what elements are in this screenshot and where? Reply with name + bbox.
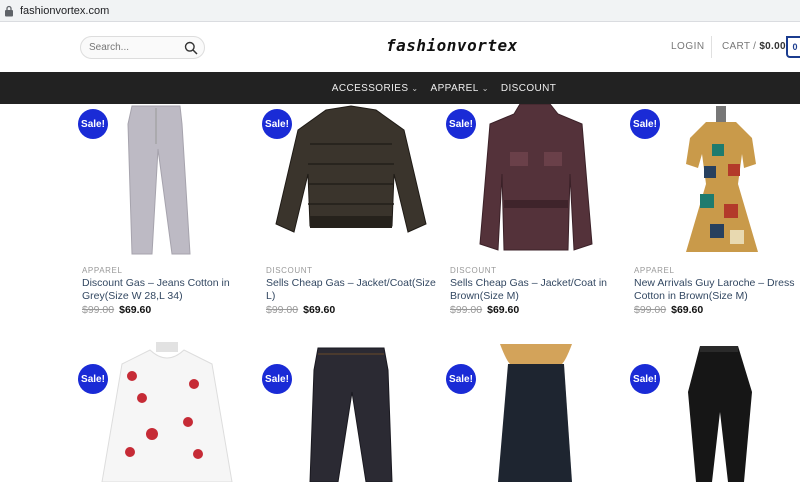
login-link[interactable]: LOGIN — [671, 41, 705, 52]
old-price: $99.00 — [266, 304, 299, 316]
cart-link[interactable]: CART / $0.00 — [722, 41, 786, 52]
sale-badge: Sale! — [262, 109, 292, 139]
nav-item-accessories[interactable]: ACCESSORIES ⌄ — [332, 83, 419, 94]
product-title[interactable]: Discount Gas – Jeans Cotton in Grey(Size… — [82, 277, 252, 303]
cart-icon[interactable]: 0 — [786, 36, 800, 58]
sale-price: $69.60 — [119, 304, 152, 316]
sale-badge: Sale! — [630, 109, 660, 139]
lock-icon — [5, 5, 13, 16]
old-price: $99.00 — [450, 304, 483, 316]
product-image-trousers[interactable] — [634, 342, 800, 482]
nav-label: ACCESSORIES — [331, 82, 409, 94]
header-divider — [711, 36, 712, 58]
old-price: $99.00 — [82, 304, 115, 316]
product-title-line: Sells Cheap Gas – Jacket/Coat in — [450, 277, 607, 289]
product-title-line: L) — [266, 290, 276, 302]
product-price: $99.00 $69.60 — [266, 304, 335, 316]
sale-price: $69.60 — [671, 304, 704, 316]
sale-badge: Sale! — [446, 109, 476, 139]
product-title-line: Sells Cheap Gas – Jacket/Coat(Size — [266, 277, 436, 289]
search-input[interactable] — [89, 42, 179, 53]
product-price: $99.00 $69.60 — [450, 304, 519, 316]
sale-badge: Sale! — [78, 364, 108, 394]
address-bar[interactable]: fashionvortex.com — [0, 0, 800, 22]
product-image-top-white[interactable] — [82, 342, 252, 482]
chevron-down-icon: ⌄ — [411, 83, 419, 93]
product-title[interactable]: New Arrivals Guy Laroche – Dress Cotton … — [634, 277, 800, 303]
sale-badge: Sale! — [78, 109, 108, 139]
nav-label: APPAREL — [430, 82, 479, 94]
product-image-skirt[interactable] — [450, 342, 620, 482]
product-price: $99.00 $69.60 — [634, 304, 703, 316]
product-price: $99.00 $69.60 — [82, 304, 151, 316]
product-title[interactable]: Sells Cheap Gas – Jacket/Coat in Brown(S… — [450, 277, 620, 303]
product-category[interactable]: APPAREL — [82, 266, 123, 275]
main-nav: ACCESSORIES ⌄ APPAREL ⌄ DISCOUNT — [0, 72, 800, 104]
product-title-line: Grey(Size W 28,L 34) — [82, 290, 183, 302]
sale-badge: Sale! — [262, 364, 292, 394]
nav-item-discount[interactable]: DISCOUNT — [501, 83, 556, 94]
cart-label: CART / — [722, 41, 757, 52]
product-title-line: Discount Gas – Jeans Cotton in — [82, 277, 230, 289]
cart-total: $0.00 — [759, 41, 786, 52]
product-title-line: Brown(Size M) — [450, 290, 519, 302]
sale-badge: Sale! — [630, 364, 660, 394]
nav-item-apparel[interactable]: APPAREL ⌄ — [431, 83, 489, 94]
product-title[interactable]: Sells Cheap Gas – Jacket/Coat(Size L) — [266, 277, 436, 303]
cart-count: 0 — [792, 42, 798, 52]
product-title-line: New Arrivals Guy Laroche – Dress — [634, 277, 795, 289]
site-header: fashionvortex LOGIN CART / $0.00 0 — [0, 22, 800, 72]
nav-label: DISCOUNT — [500, 82, 557, 94]
search-icon[interactable] — [184, 41, 198, 55]
search-box[interactable] — [80, 36, 205, 59]
product-category[interactable]: DISCOUNT — [450, 266, 497, 275]
old-price: $99.00 — [634, 304, 667, 316]
sale-price: $69.60 — [487, 304, 520, 316]
product-title-line: Cotton in Brown(Size M) — [634, 290, 748, 302]
chevron-down-icon: ⌄ — [481, 83, 489, 93]
sale-badge: Sale! — [446, 364, 476, 394]
product-category[interactable]: DISCOUNT — [266, 266, 313, 275]
sale-price: $69.60 — [303, 304, 336, 316]
site-logo[interactable]: fashionvortex — [386, 36, 518, 55]
product-image-jeans-dark[interactable] — [266, 342, 436, 482]
product-category[interactable]: APPAREL — [634, 266, 675, 275]
url-text: fashionvortex.com — [20, 4, 110, 17]
